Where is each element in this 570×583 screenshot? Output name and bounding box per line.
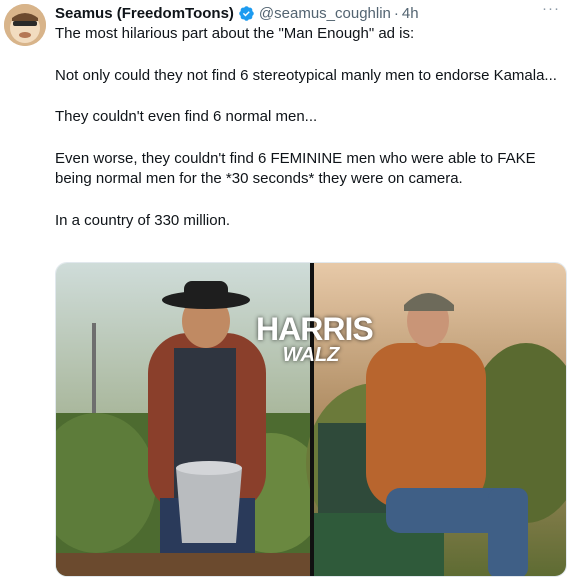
tweet-paragraph-5: In a country of 330 million.	[55, 211, 231, 229]
timestamp[interactable]: 4h	[402, 5, 419, 22]
tweet-paragraph-3: They couldn't even find 6 normal men...	[55, 108, 318, 125]
harris-walz-logo: HARRIS WALZ	[256, 311, 374, 366]
logo-line-1: HARRIS	[256, 311, 374, 347]
separator-dot: ·	[393, 4, 399, 22]
logo-line-2: WALZ	[282, 344, 340, 366]
avatar[interactable]	[4, 4, 46, 46]
tweet-header: Seamus (FreedomToons) @seamus_coughlin ·…	[55, 3, 562, 23]
author-name[interactable]: Seamus (FreedomToons)	[55, 5, 234, 22]
author-handle[interactable]: @seamus_coughlin	[259, 5, 391, 22]
tweet-paragraph-1: The most hilarious part about the "Man E…	[55, 25, 415, 42]
tweet-media-image[interactable]: HARRIS WALZ	[55, 262, 567, 577]
tweet-paragraph-4: Even worse, they couldn't find 6 FEMININ…	[55, 149, 536, 188]
verified-badge-icon	[238, 5, 255, 22]
more-icon[interactable]: ···	[542, 0, 560, 17]
tweet-text: The most hilarious part about the "Man E…	[55, 24, 560, 231]
tweet-paragraph-2: Not only could they not find 6 stereotyp…	[55, 66, 557, 84]
